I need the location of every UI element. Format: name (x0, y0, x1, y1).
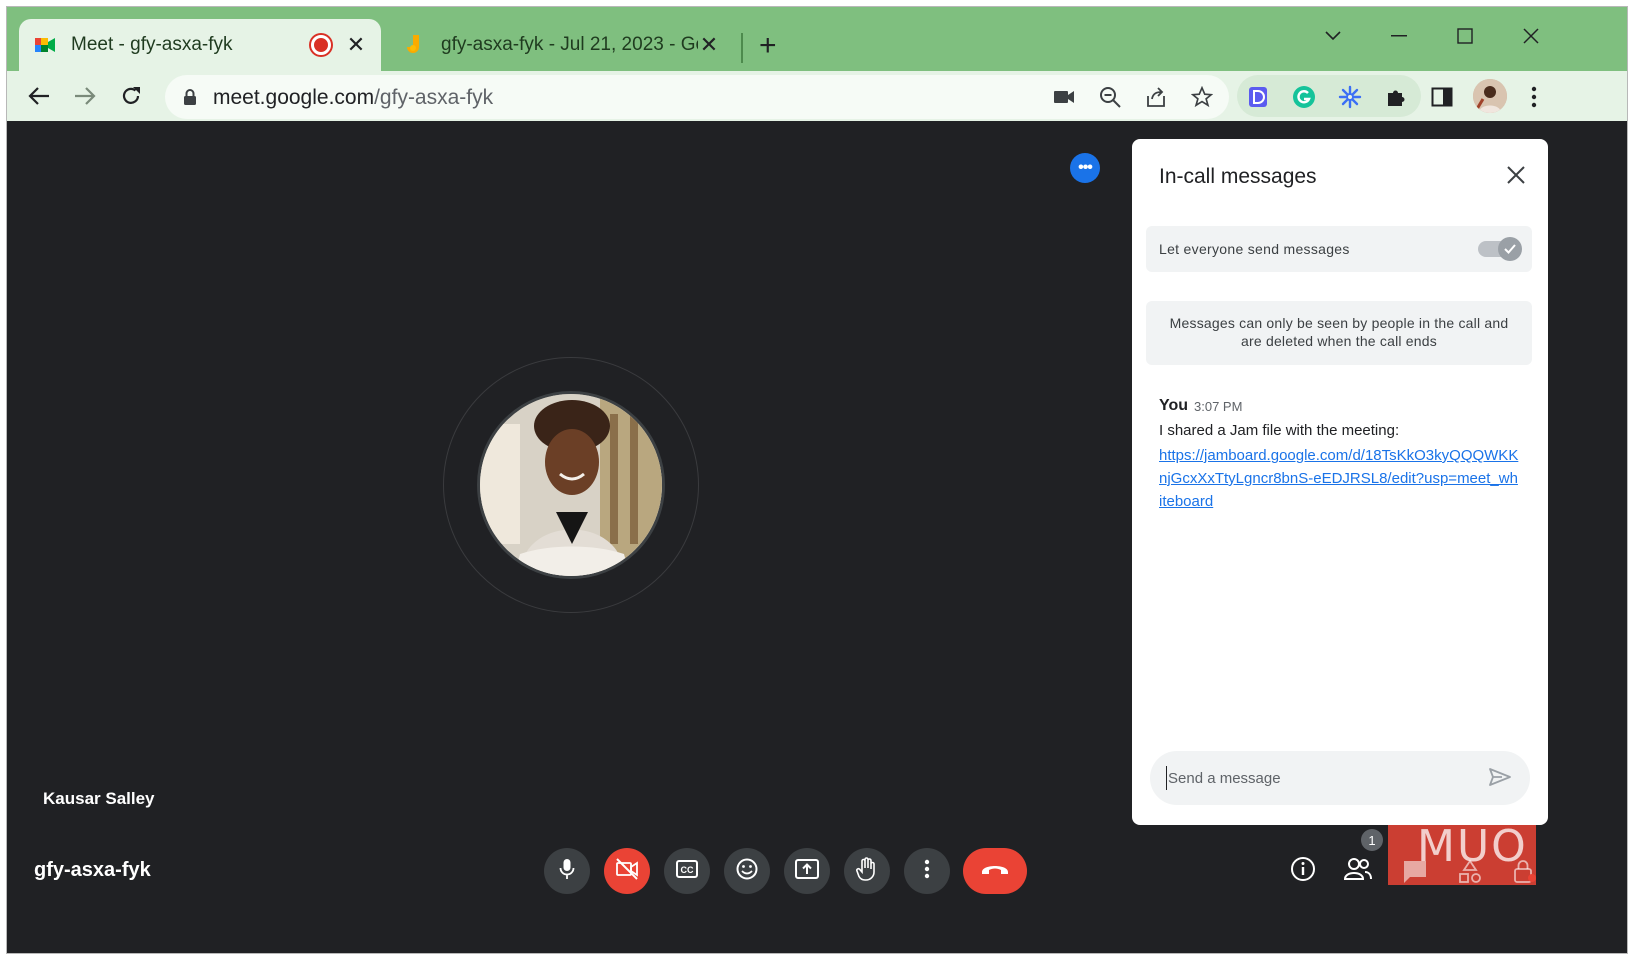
message-sender: You (1159, 397, 1189, 414)
emoji-icon (736, 858, 758, 885)
svg-text:CC: CC (681, 865, 694, 875)
side-panel-icon[interactable] (1429, 84, 1455, 110)
camera-in-use-icon[interactable] (1051, 84, 1077, 110)
zoom-icon[interactable] (1097, 84, 1123, 110)
reactions-button[interactable] (724, 848, 770, 894)
new-tab-button[interactable]: + (759, 31, 777, 61)
captions-button[interactable]: CC (664, 848, 710, 894)
tab-strip: Meet - gfy-asxa-fyk ✕ gfy-asxa-fyk - Jul… (7, 7, 1627, 71)
people-icon (1343, 857, 1373, 886)
share-icon[interactable] (1143, 84, 1169, 110)
meeting-code: gfy-asxa-fyk (34, 859, 151, 881)
back-arrow-icon[interactable] (23, 80, 55, 112)
let-everyone-send-messages-row: Let everyone send messages (1146, 226, 1532, 272)
participant-count-badge: 1 (1361, 829, 1383, 851)
present-screen-button[interactable] (784, 848, 830, 894)
close-tab-icon[interactable]: ✕ (698, 32, 720, 57)
camera-off-button[interactable] (604, 848, 650, 894)
extensions-puzzle-icon[interactable] (1383, 84, 1409, 110)
reload-icon[interactable] (115, 80, 147, 112)
messages-info-notice: Messages can only be seen by people in t… (1146, 301, 1532, 365)
tab-jamboard[interactable]: gfy-asxa-fyk - Jul 21, 2023 - Goo ✕ (389, 19, 734, 71)
lock-icon[interactable] (183, 88, 197, 111)
url-text: meet.google.com/gfy-asxa-fyk (213, 86, 493, 110)
forward-arrow-icon[interactable] (69, 80, 101, 112)
more-options-icon[interactable]: ••• (1070, 153, 1100, 183)
send-icon (1488, 767, 1512, 792)
more-options-button[interactable] (904, 848, 950, 894)
participant-name: Kausar Salley (43, 789, 155, 808)
watermark-logo: MUO (1417, 821, 1528, 872)
maximize-icon[interactable] (1450, 21, 1480, 51)
send-message-input[interactable] (1166, 766, 1466, 790)
jamboard-link[interactable]: https://jamboard.google.com/d/18TsKkO3ky… (1159, 444, 1519, 513)
present-screen-icon (795, 858, 819, 884)
people-button[interactable] (1340, 853, 1376, 889)
toggle-label: Let everyone send messages (1159, 241, 1350, 257)
info-icon (1290, 856, 1316, 887)
microphone-icon (559, 858, 575, 885)
leave-call-button[interactable] (963, 848, 1027, 894)
browser-window: Meet - gfy-asxa-fyk ✕ gfy-asxa-fyk - Jul… (6, 6, 1628, 954)
grammarly-icon[interactable] (1291, 84, 1317, 110)
extension-d-icon[interactable] (1245, 84, 1271, 110)
message-compose-box (1150, 751, 1530, 805)
vertical-dots-icon (924, 859, 930, 884)
microphone-button[interactable] (544, 848, 590, 894)
extensions-group (1237, 75, 1421, 117)
camera-off-icon (615, 857, 639, 885)
jamboard-icon (403, 33, 427, 57)
url-path: /gfy-asxa-fyk (374, 86, 494, 109)
toggle-knob-check-icon[interactable] (1498, 237, 1522, 261)
captions-icon: CC (676, 859, 698, 883)
extension-snowflake-icon[interactable] (1337, 84, 1363, 110)
profile-avatar[interactable] (1473, 79, 1507, 113)
tab-divider (741, 33, 743, 63)
browser-menu-icon[interactable] (1521, 84, 1547, 110)
google-meet-icon (33, 33, 57, 57)
close-panel-button[interactable] (1502, 163, 1530, 191)
close-window-icon[interactable] (1516, 21, 1546, 51)
bookmark-star-icon[interactable] (1189, 84, 1215, 110)
participant-avatar (477, 391, 665, 579)
tab-search-icon[interactable] (1318, 21, 1348, 51)
in-call-messages-panel: In-call messages Let everyone send messa… (1132, 139, 1548, 825)
panel-title: In-call messages (1159, 165, 1317, 188)
tab-meet[interactable]: Meet - gfy-asxa-fyk ✕ (19, 19, 381, 71)
message-text: I shared a Jam file with the meeting: (1159, 422, 1400, 439)
address-bar[interactable]: meet.google.com/gfy-asxa-fyk (165, 75, 1229, 119)
send-button[interactable] (1486, 765, 1514, 793)
tab-title: gfy-asxa-fyk - Jul 21, 2023 - Goo (441, 34, 698, 55)
recording-indicator-icon (311, 35, 331, 55)
raise-hand-button[interactable] (844, 848, 890, 894)
close-tab-icon[interactable]: ✕ (345, 32, 367, 57)
message-timestamp: 3:07 PM (1194, 399, 1243, 414)
hang-up-icon (980, 862, 1010, 881)
minimize-icon[interactable] (1384, 21, 1414, 51)
raise-hand-icon (856, 856, 878, 886)
close-icon (1507, 165, 1525, 189)
url-host: meet.google.com (213, 86, 375, 109)
tab-title: Meet - gfy-asxa-fyk (71, 34, 233, 55)
browser-toolbar: meet.google.com/gfy-asxa-fyk (7, 71, 1627, 121)
meeting-stage: ••• Kausar Salley gfy-asxa-fyk CC 1 MUO … (7, 121, 1627, 953)
meeting-details-button[interactable] (1285, 853, 1321, 889)
